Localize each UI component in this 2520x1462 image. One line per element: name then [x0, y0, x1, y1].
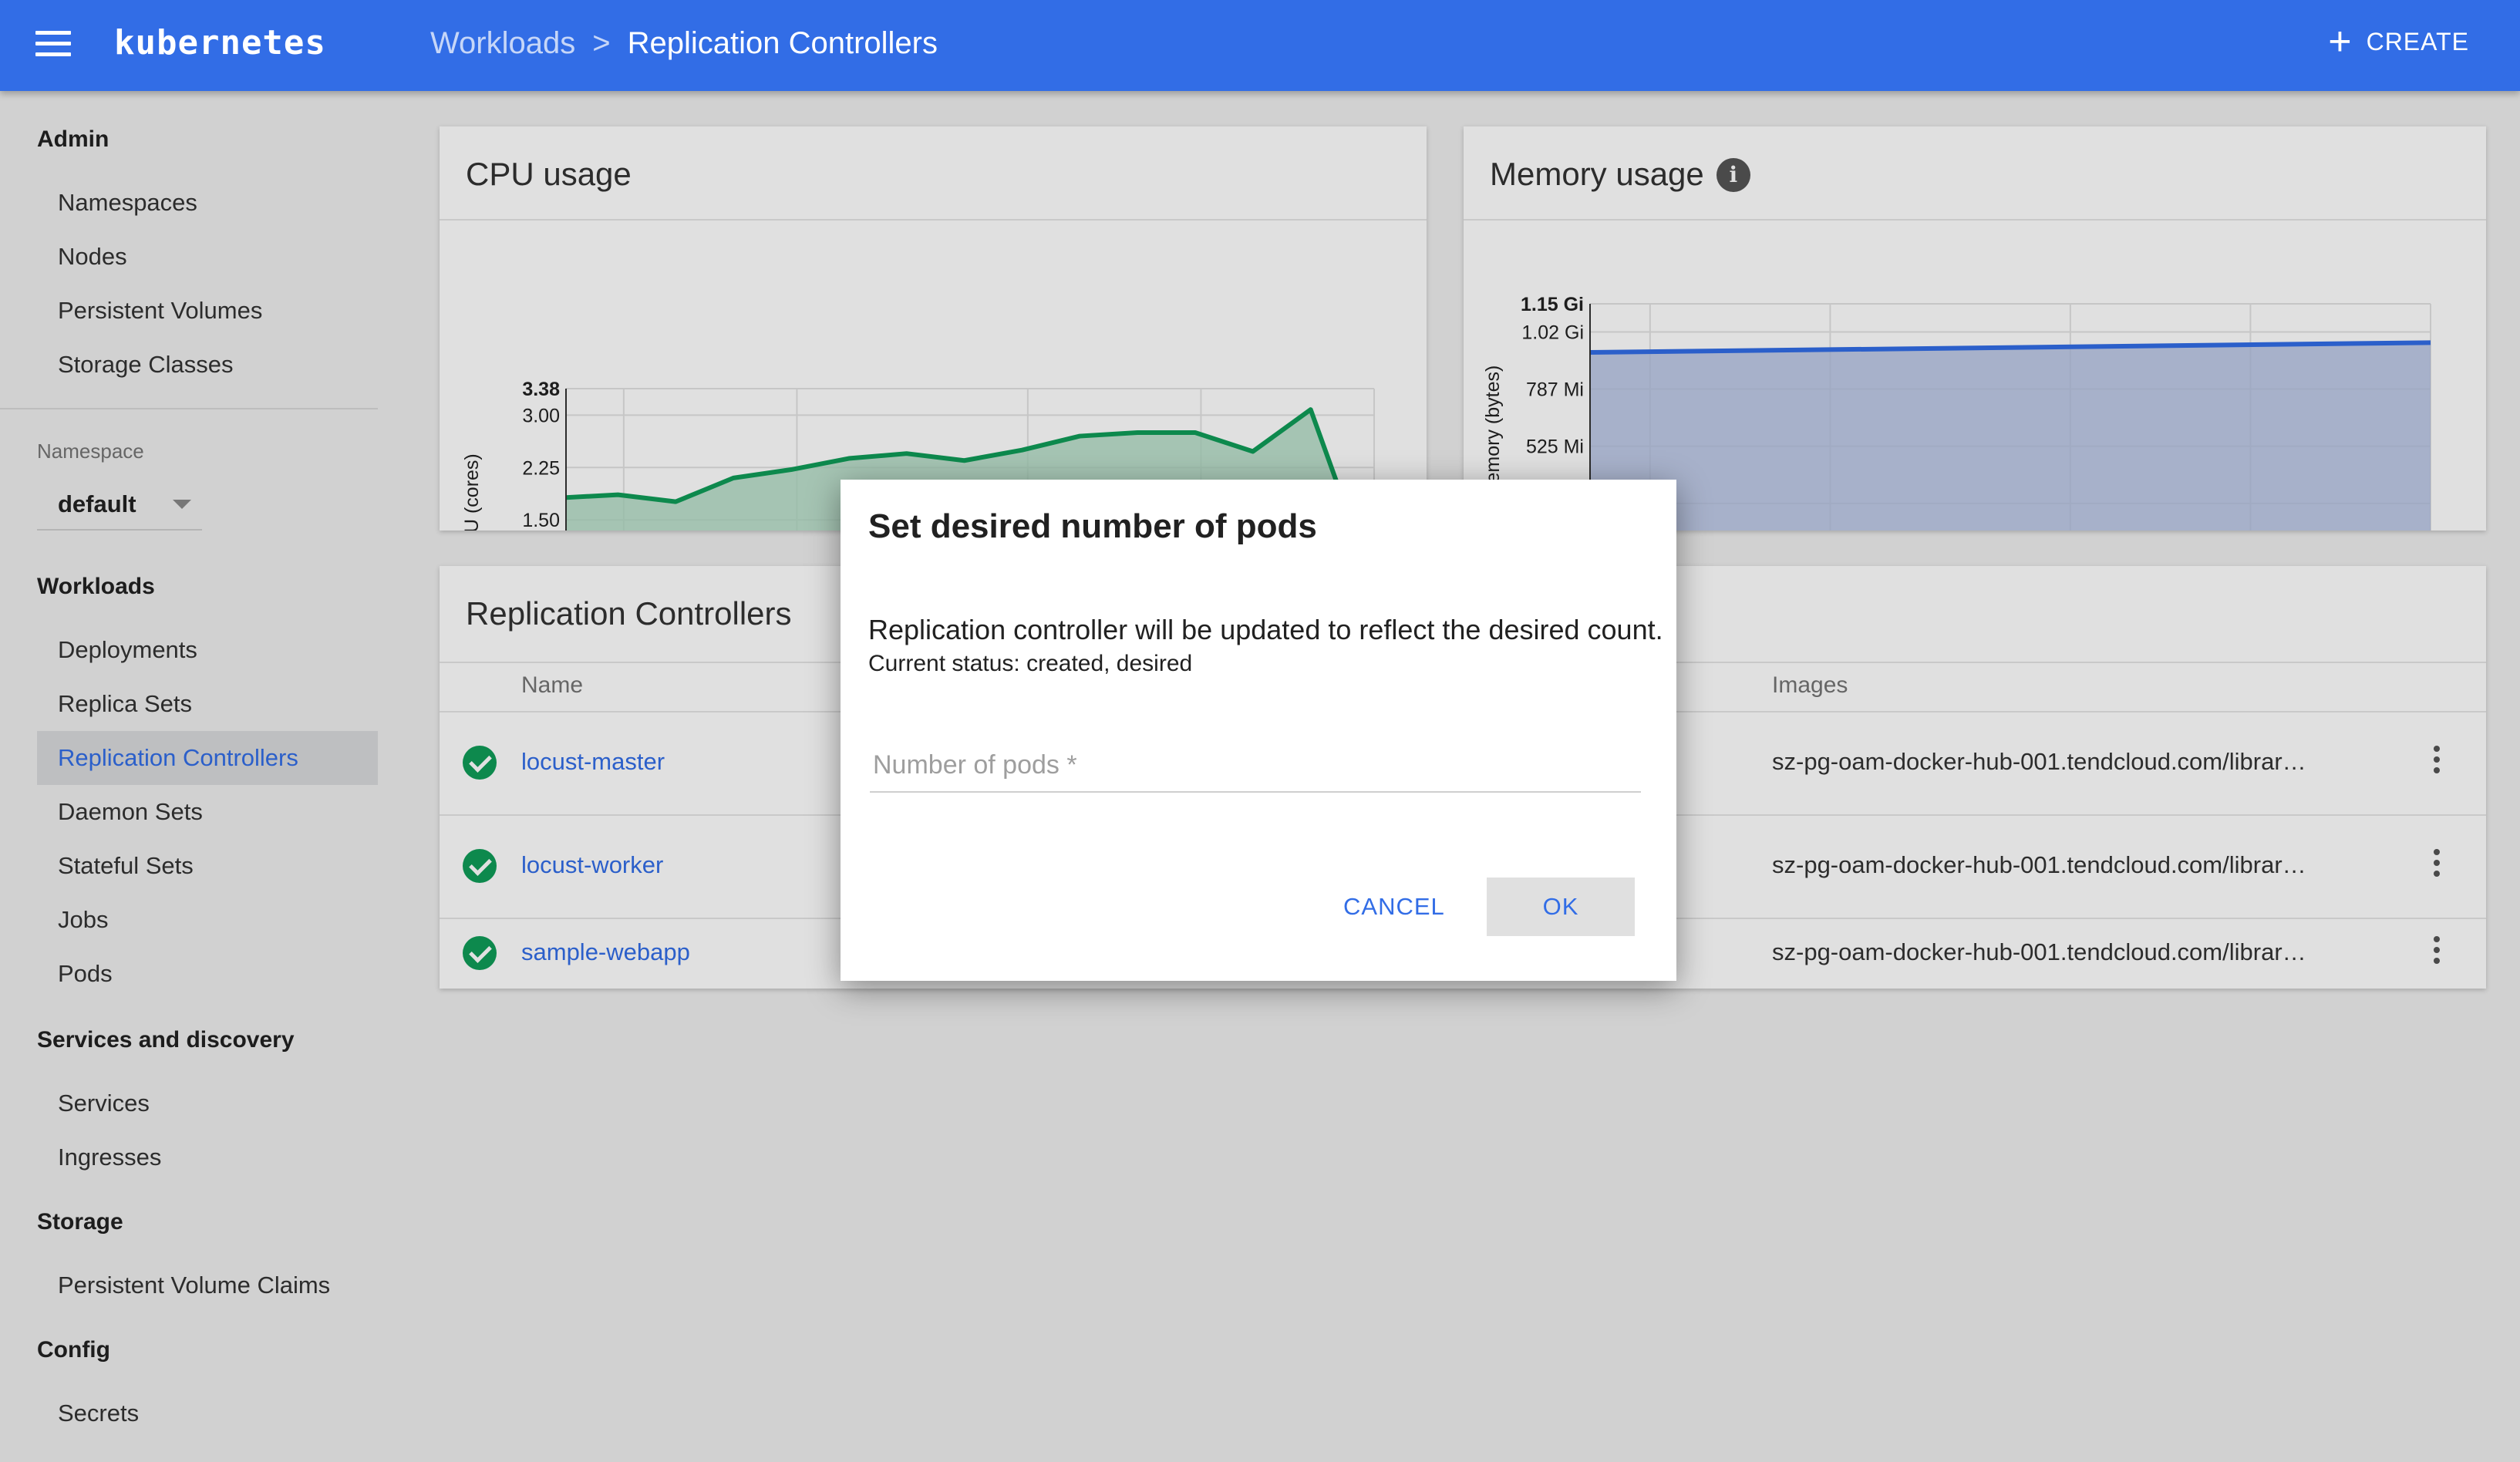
menu-icon[interactable] [35, 31, 71, 57]
top-bar: kubernetes Workloads > Replication Contr… [0, 0, 2520, 91]
dialog-title: Set desired number of pods [868, 507, 1317, 545]
scale-dialog: Set desired number of pods Replication c… [841, 480, 1676, 981]
breadcrumb: Workloads > Replication Controllers [430, 26, 938, 61]
breadcrumb-workloads[interactable]: Workloads [430, 26, 575, 61]
cancel-button[interactable]: CANCEL [1329, 878, 1459, 936]
dialog-status: Current status: created, desired [868, 651, 1193, 676]
breadcrumb-current: Replication Controllers [627, 26, 938, 60]
create-button[interactable]: + CREATE [2328, 19, 2469, 64]
kubernetes-logo[interactable]: kubernetes [114, 23, 326, 62]
chevron-right-icon: > [592, 26, 611, 60]
ok-button[interactable]: OK [1487, 878, 1635, 936]
plus-icon: + [2328, 19, 2353, 64]
number-of-pods-input[interactable] [870, 739, 1641, 793]
create-label: CREATE [2366, 27, 2469, 56]
dialog-message: Replication controller will be updated t… [868, 614, 1663, 645]
